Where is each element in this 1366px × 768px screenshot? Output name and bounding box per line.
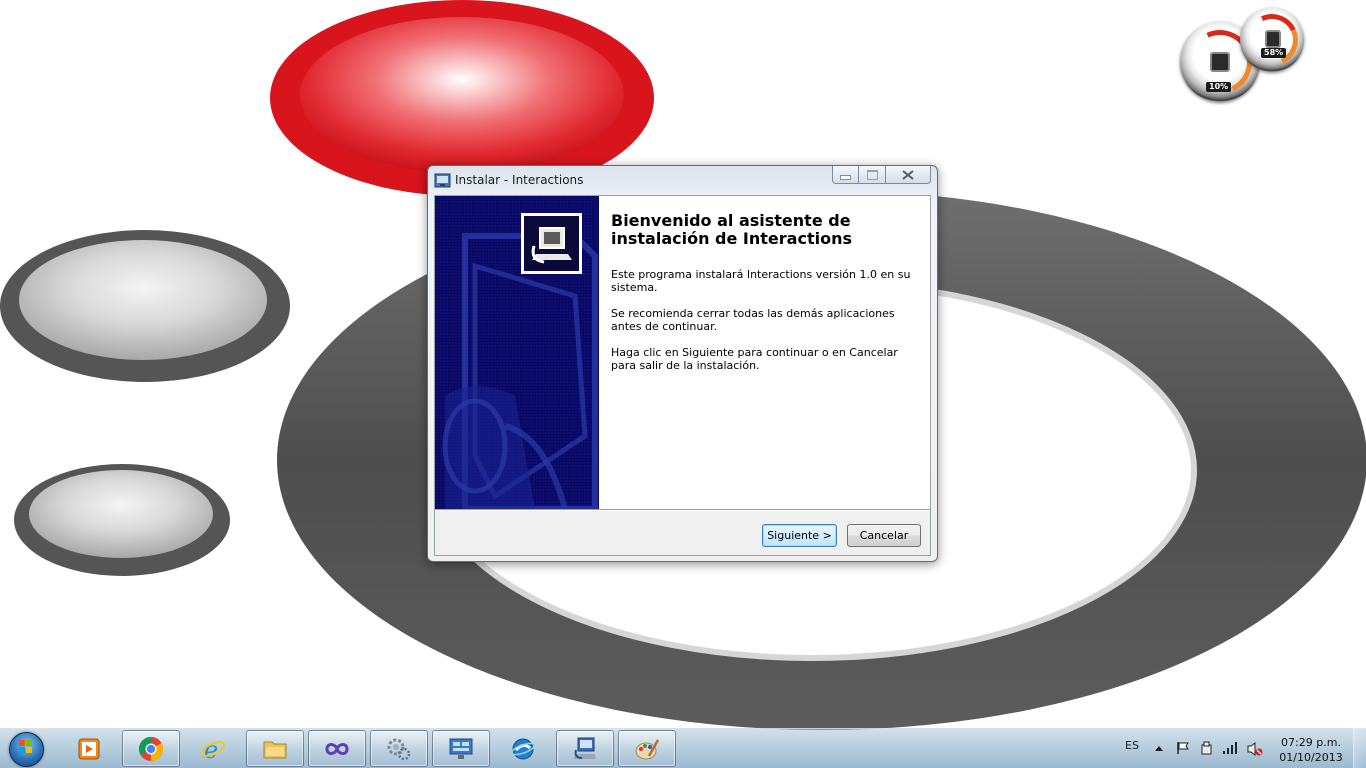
setup-installer-icon <box>574 737 596 759</box>
window-title: Instalar - Interactions <box>455 173 584 187</box>
cpu-chip-icon <box>1210 52 1230 72</box>
welcome-heading: Bienvenido al asistente de instalación d… <box>611 211 852 248</box>
settings-gears-icon <box>387 738 411 760</box>
cancel-button[interactable]: Cancelar <box>847 524 921 547</box>
start-button[interactable] <box>4 731 48 767</box>
next-button[interactable]: Siguiente > <box>762 524 837 547</box>
taskbar-media-player[interactable] <box>60 730 118 767</box>
paint-icon <box>635 738 660 759</box>
installer-window: Instalar - Interactions Bienvenido al as… <box>427 165 938 562</box>
instructions-text: Haga clic en Siguiente para continuar o … <box>611 346 898 372</box>
language-indicator[interactable]: ES <box>1125 739 1139 752</box>
taskbar-file-explorer[interactable] <box>246 730 304 767</box>
svg-text:e: e <box>204 736 218 762</box>
wizard-content: Bienvenido al asistente de instalación d… <box>521 196 930 509</box>
setup-icon[interactable] <box>434 172 451 189</box>
clock-time: 07:29 p.m. <box>1281 736 1341 749</box>
show-desktop-button[interactable] <box>1353 728 1366 768</box>
cpu-percent: 10% <box>1206 82 1232 92</box>
memory-percent: 58% <box>1261 48 1287 58</box>
title-bar[interactable]: Instalar - Interactions <box>428 166 937 194</box>
desktop: 10% 58% Instalar - Interactions Bienveni… <box>0 0 1366 768</box>
button-separator <box>435 509 930 511</box>
minimize-icon <box>840 174 851 180</box>
maximize-icon <box>866 169 878 180</box>
taskbar-setup-installer[interactable] <box>556 730 614 767</box>
cpu-meter-gadget[interactable]: 10% 58% <box>1176 6 1310 106</box>
recommendation-text: Se recomienda cerrar todas las demás apl… <box>611 307 895 333</box>
taskbar-internet-browser[interactable] <box>494 730 552 767</box>
taskbar-chrome[interactable] <box>122 730 180 767</box>
intro-text: Este programa instalará Interactions ver… <box>611 268 911 294</box>
close-icon <box>902 169 914 180</box>
memory-chip-icon <box>1265 30 1281 48</box>
taskbar-paint[interactable] <box>618 730 676 767</box>
usb-device-icon[interactable] <box>1199 741 1214 756</box>
memory-gauge: 58% <box>1238 6 1306 74</box>
system-clock[interactable]: 07:29 p.m. 01/10/2013 <box>1278 735 1344 765</box>
minimize-button[interactable] <box>832 166 859 184</box>
control-panel-icon <box>449 738 473 759</box>
wizard-page: Bienvenido al asistente de instalación d… <box>434 195 931 556</box>
action-center-flag-icon[interactable] <box>1176 741 1190 755</box>
internet-browser-icon <box>510 738 536 759</box>
taskbar-internet-explorer[interactable]: e <box>184 730 242 767</box>
clock-date: 01/10/2013 <box>1279 751 1343 764</box>
taskbar-control-panel[interactable] <box>432 730 490 767</box>
file-explorer-icon <box>263 741 287 758</box>
volume-muted-icon[interactable] <box>1247 741 1263 757</box>
maximize-button[interactable] <box>859 166 885 184</box>
media-player-icon <box>78 738 100 759</box>
chrome-icon <box>138 736 164 761</box>
windows-logo-icon <box>19 740 32 753</box>
network-signal-icon[interactable] <box>1222 741 1238 755</box>
setup-computer-icon <box>521 213 582 274</box>
internet-explorer-icon: e <box>200 736 226 762</box>
taskbar-visual-studio[interactable] <box>308 730 366 767</box>
taskbar-settings-tool[interactable] <box>370 730 428 767</box>
visual-studio-icon <box>325 742 349 755</box>
close-button[interactable] <box>885 166 931 184</box>
show-hidden-icons-icon[interactable] <box>1154 744 1164 752</box>
